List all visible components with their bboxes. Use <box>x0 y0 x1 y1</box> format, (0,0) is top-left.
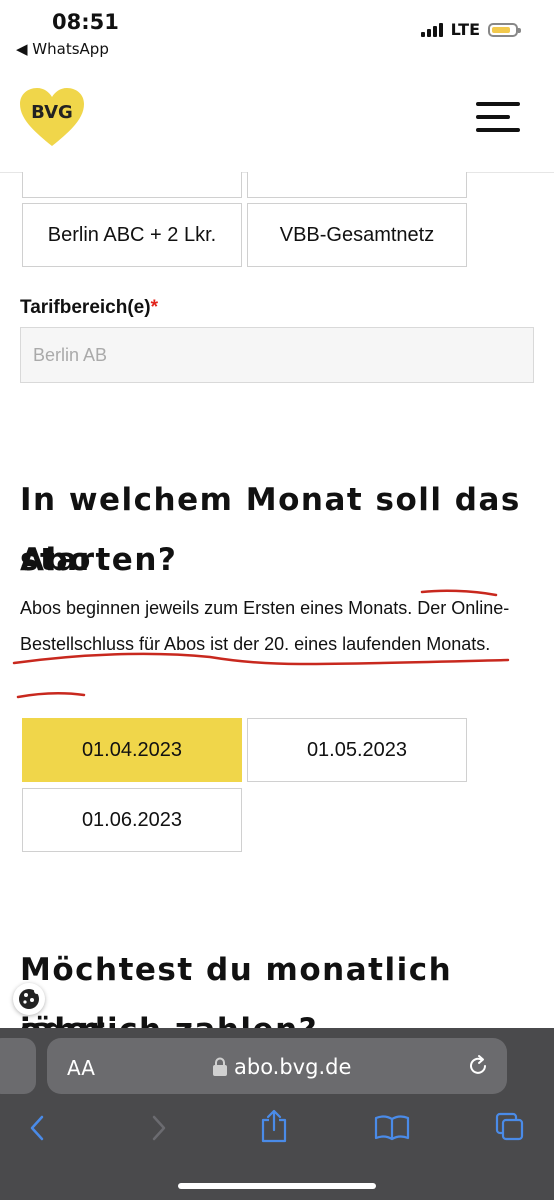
start-date-option[interactable]: 01.05.2023 <box>247 718 467 782</box>
network-label: LTE <box>450 20 480 39</box>
signal-icon <box>420 22 443 37</box>
back-to-whatsapp[interactable]: ◀ WhatsApp <box>16 40 109 58</box>
cookie-settings-button[interactable] <box>13 983 45 1015</box>
hamburger-menu-icon[interactable] <box>476 102 520 134</box>
reload-icon[interactable] <box>466 1054 490 1078</box>
tariff-input[interactable]: Berlin AB <box>20 327 534 383</box>
zone-option-vbb-gesamtnetz[interactable]: VBB-Gesamtnetz <box>247 203 467 267</box>
tariff-label: Tarifbereich(e)* <box>20 297 158 318</box>
url-text[interactable]: abo.bvg.de <box>234 1055 351 1079</box>
start-date-option[interactable]: 01.06.2023 <box>22 788 242 852</box>
bookmarks-icon[interactable] <box>374 1113 410 1141</box>
required-mark: * <box>150 297 158 318</box>
share-icon[interactable] <box>259 1108 289 1144</box>
status-time: 08:51 <box>52 10 119 34</box>
status-indicators: LTE <box>420 20 521 39</box>
zone-option-hidden-2[interactable] <box>247 172 467 198</box>
cookie-icon <box>19 988 40 1009</box>
previous-tab-preview[interactable] <box>0 1038 36 1094</box>
reader-options-button[interactable]: AA <box>67 1056 95 1080</box>
zone-option-hidden-1[interactable] <box>22 172 242 198</box>
site-header: BVG <box>0 72 554 173</box>
start-month-description: Abos beginnen jeweils zum Ersten eines M… <box>20 598 510 654</box>
lock-icon <box>213 1057 227 1076</box>
home-indicator <box>178 1183 376 1189</box>
back-icon[interactable] <box>26 1114 50 1142</box>
logo-text: BVG <box>31 102 73 123</box>
start-month-heading-line2: starten? <box>20 542 178 578</box>
forward-icon[interactable] <box>146 1114 170 1142</box>
zone-option-berlin-abc-2lkr[interactable]: Berlin ABC + 2 Lkr. <box>22 203 242 267</box>
battery-icon <box>488 22 521 37</box>
tabs-icon[interactable] <box>494 1111 526 1143</box>
start-date-option[interactable]: 01.04.2023 <box>22 718 242 782</box>
